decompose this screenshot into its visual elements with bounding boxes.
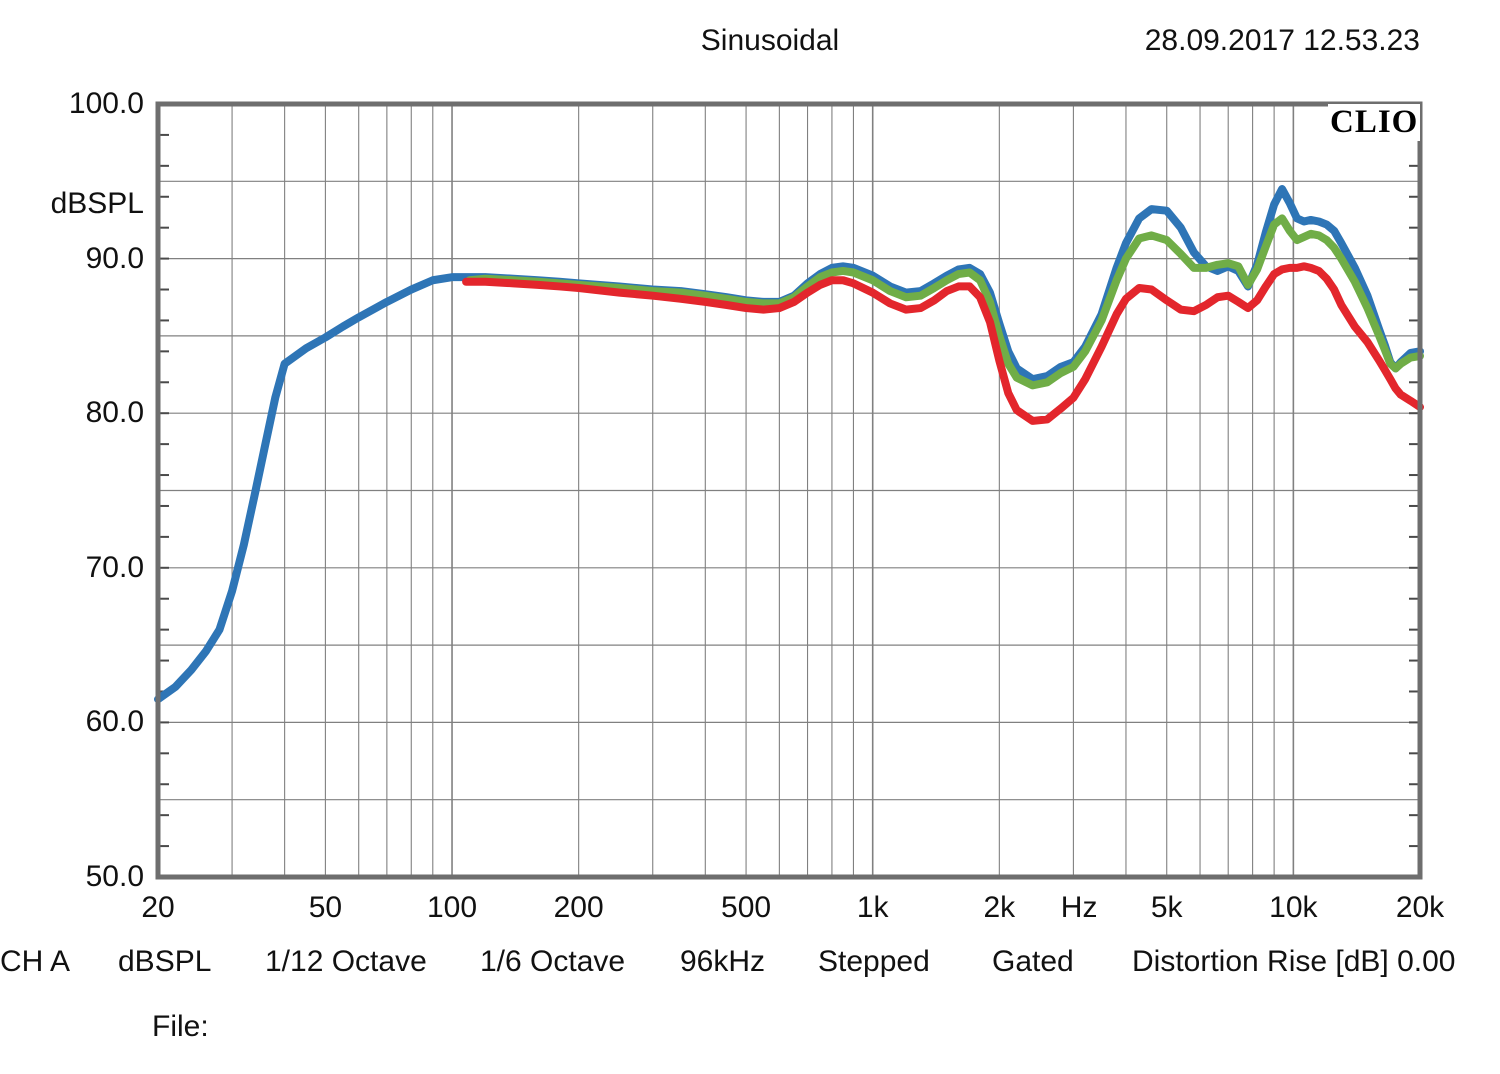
clio-watermark: CLIO xyxy=(1328,104,1421,141)
status-item: Distortion Rise [dB] 0.00 xyxy=(1132,945,1456,978)
x-axis-tick-label: 100 xyxy=(427,891,478,924)
y-axis-tick-label: 60.0 xyxy=(85,705,144,739)
status-item: 1/12 Octave xyxy=(265,945,427,978)
file-label: File: xyxy=(152,1010,209,1043)
y-axis-tick-label: 70.0 xyxy=(85,550,144,584)
status-item: 1/6 Octave xyxy=(480,945,626,978)
x-axis-tick-label: 20k xyxy=(1395,891,1445,924)
y-axis-unit-label: dBSPL xyxy=(50,187,144,221)
x-axis-tick-label: 200 xyxy=(553,891,604,924)
x-axis-tick-label: 20 xyxy=(141,891,175,924)
y-axis-tick-label: 80.0 xyxy=(85,396,144,430)
x-axis-tick-label: 5k xyxy=(1150,891,1183,924)
x-axis-unit-label: Hz xyxy=(1060,891,1098,924)
status-item: Gated xyxy=(992,945,1074,978)
status-item: dBSPL xyxy=(118,945,212,978)
plot-canvas xyxy=(154,101,1424,880)
status-item: CH A xyxy=(0,945,71,978)
spl-frequency-response-chart: dBSPL CLIO Hz 100.0 90.0 80.0 70.0 60.0 50.0 2… xyxy=(0,0,1500,940)
y-axis-tick-label: 90.0 xyxy=(85,241,144,275)
x-axis-tick-label: 500 xyxy=(721,891,772,924)
y-axis-tick-label: 100.0 xyxy=(68,87,144,120)
status-item: 96kHz xyxy=(680,945,766,978)
status-item: Stepped xyxy=(818,945,930,978)
x-axis-tick-label: 50 xyxy=(308,891,343,924)
x-axis-tick-label: 1k xyxy=(856,891,889,924)
x-axis-tick-label: 2k xyxy=(983,891,1016,924)
y-axis-tick-label: 50.0 xyxy=(85,860,144,893)
status-bar: CH A dBSPL 1/12 Octave 1/6 Octave 96kHz Stepp… xyxy=(0,945,1500,995)
x-axis-tick-label: 10k xyxy=(1269,891,1318,924)
